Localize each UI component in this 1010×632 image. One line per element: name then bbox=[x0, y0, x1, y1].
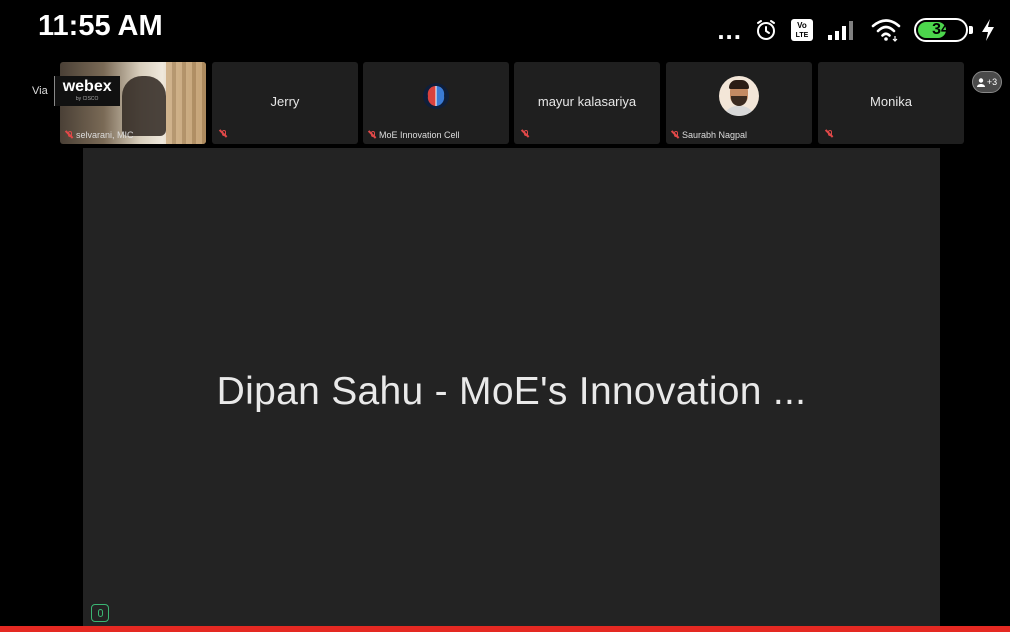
muted-mic-icon bbox=[826, 130, 833, 139]
status-icons: ... Vo LTE 34 bbox=[717, 12, 996, 48]
via-label: Via bbox=[32, 85, 48, 97]
participant-tile[interactable]: Jerry bbox=[212, 62, 358, 144]
status-bar: 11:55 AM ... Vo LTE 34 bbox=[0, 0, 1010, 62]
participant-tile[interactable]: mayur kalasariya bbox=[514, 62, 660, 144]
volte-icon: Vo LTE bbox=[790, 18, 814, 42]
muted-mic-icon bbox=[66, 130, 73, 140]
webex-logo: webex by CISCO bbox=[53, 76, 120, 106]
people-icon bbox=[976, 77, 985, 87]
active-speaker-stage: Dipan Sahu - MoE's Innovation ... bbox=[83, 148, 940, 626]
participant-name: MoE Innovation Cell bbox=[379, 130, 460, 140]
participant-name: Saurabh Nagpal bbox=[682, 130, 748, 140]
battery-level: 34 bbox=[932, 21, 950, 38]
muted-mic-icon bbox=[522, 130, 529, 139]
video-background bbox=[166, 62, 206, 144]
participant-name: Jerry bbox=[270, 94, 300, 109]
accent-bar bbox=[0, 626, 1010, 632]
participant-tile[interactable]: MoE Innovation Cell bbox=[363, 62, 509, 144]
participant-label: selvarani, MIC bbox=[66, 130, 134, 140]
battery-icon: 34 bbox=[914, 18, 973, 42]
brain-logo-icon bbox=[423, 83, 449, 109]
avatar bbox=[719, 76, 759, 116]
svg-text:LTE: LTE bbox=[796, 32, 809, 39]
participant-tile[interactable]: Saurabh Nagpal bbox=[666, 62, 812, 144]
participant-name: mayur kalasariya bbox=[537, 94, 637, 109]
more-notifications-icon: ... bbox=[717, 15, 742, 45]
alarm-icon bbox=[754, 18, 778, 42]
participant-strip: selvarani, MIC Via webex by CISCO Jerry … bbox=[0, 62, 1010, 146]
participant-tile[interactable]: Monika bbox=[818, 62, 964, 144]
muted-mic-icon bbox=[672, 130, 679, 140]
charging-icon bbox=[980, 18, 996, 42]
cell-signal-icon bbox=[826, 18, 858, 42]
participant-video bbox=[122, 76, 166, 136]
clock: 11:55 AM bbox=[38, 10, 163, 42]
svg-text:Vo: Vo bbox=[797, 21, 807, 30]
participant-label: MoE Innovation Cell bbox=[369, 130, 460, 140]
muted-mic-icon bbox=[220, 130, 227, 139]
active-speaker-name: Dipan Sahu - MoE's Innovation ... bbox=[216, 370, 807, 413]
participant-name: selvarani, MIC bbox=[76, 130, 134, 140]
hidden-participant-count: +3 bbox=[986, 77, 998, 87]
participant-name: Monika bbox=[870, 94, 912, 109]
participant-label: Saurabh Nagpal bbox=[672, 130, 747, 140]
wifi-icon bbox=[870, 17, 902, 43]
webex-watermark: Via webex by CISCO bbox=[32, 76, 120, 106]
muted-mic-icon bbox=[369, 130, 376, 140]
audio-indicator-icon[interactable] bbox=[91, 604, 109, 622]
participants-button[interactable]: +3 bbox=[972, 71, 1002, 93]
